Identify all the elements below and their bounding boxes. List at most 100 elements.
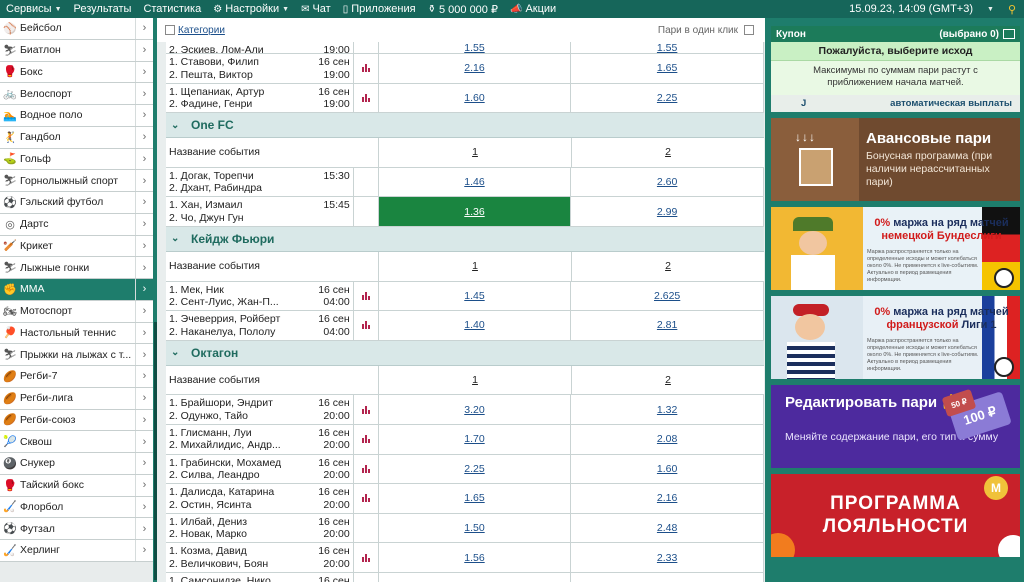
stats-cell[interactable] <box>352 54 378 83</box>
chevron-right-icon[interactable]: › <box>135 148 153 170</box>
odds-1[interactable]: 1.33 <box>377 572 571 582</box>
odds-1[interactable]: 1.45 <box>377 281 571 311</box>
chevron-down-icon[interactable]: ⌄ <box>171 120 191 131</box>
datetime[interactable]: 15.09.23, 14:09 (GMT+3) <box>849 3 973 15</box>
stats-cell[interactable] <box>352 543 378 572</box>
search-icon[interactable]: ⚲ <box>1008 3 1016 16</box>
advance-bets-banner[interactable]: ↓↓↓ Авансовые пари Бонусная программа (п… <box>771 118 1020 201</box>
league-header[interactable]: ⌄ One FC <box>166 113 764 139</box>
odds-2[interactable]: 2.25 <box>570 83 763 113</box>
sidebar-item[interactable]: 🏉 Регби-союз › <box>0 409 153 432</box>
stats-bar-icon[interactable] <box>361 93 370 102</box>
stats-cell[interactable] <box>352 281 378 311</box>
odds-1[interactable]: 1.46 <box>377 167 571 197</box>
column-outcome-1[interactable]: 1 <box>378 251 571 281</box>
chevron-right-icon[interactable]: › <box>135 83 153 104</box>
odds-1[interactable]: 1.36 <box>377 197 571 226</box>
odds-1[interactable]: 1.56 <box>377 543 571 572</box>
edit-bets-banner[interactable]: Редактировать пари 👍 Меняйте содержание … <box>771 385 1020 468</box>
event-participants[interactable]: 1. Грабински, Мохамед 2. Силва, Леандро <box>166 455 308 484</box>
chevron-right-icon[interactable]: › <box>135 235 153 257</box>
chevron-right-icon[interactable]: › <box>135 105 153 126</box>
odds-2[interactable]: 2.33 <box>570 543 763 572</box>
sidebar-item[interactable]: 🎾 Сквош › <box>0 431 153 453</box>
league-header[interactable]: ⌄ Кейдж Фьюри <box>166 226 764 252</box>
categories-checkbox[interactable] <box>165 25 175 35</box>
chevron-right-icon[interactable]: › <box>135 366 153 387</box>
odds-1[interactable]: 2.25 <box>377 454 571 484</box>
chevron-right-icon[interactable]: › <box>135 126 153 148</box>
sidebar-item[interactable]: 🏊 Водное поло › <box>0 105 153 127</box>
chevron-right-icon[interactable]: › <box>135 540 153 561</box>
categories-link[interactable]: Категории <box>178 25 225 36</box>
sidebar-item[interactable]: ◎ Дартс › <box>0 213 153 236</box>
loyalty-program-banner[interactable]: М ПРОГРАММА ЛОЯЛЬНОСТИ <box>771 474 1020 557</box>
odds-2[interactable]: 2.08 <box>570 424 763 454</box>
chevron-right-icon[interactable]: › <box>135 431 153 452</box>
stats-bar-icon[interactable] <box>361 464 370 473</box>
event-participants[interactable]: 1. Илбай, Дениз 2. Новак, Марко <box>166 514 308 543</box>
topnav-item[interactable]: Результаты <box>68 3 138 15</box>
topnav-item[interactable]: Статистика <box>137 3 207 15</box>
stats-cell[interactable] <box>352 484 378 513</box>
sidebar-item[interactable]: ⛷ Лыжные гонки › <box>0 257 153 279</box>
chevron-right-icon[interactable]: › <box>135 257 153 278</box>
chevron-right-icon[interactable]: › <box>135 300 153 322</box>
event-participants[interactable]: 1. Глисманн, Луи 2. Михайлидис, Андр... <box>166 425 308 454</box>
odds-2[interactable]: 2.99 <box>570 197 763 226</box>
event-participants[interactable]: 1. Козма, Давид 2. Величкович, Боян <box>166 543 308 572</box>
sidebar-item[interactable]: ⚽ Футзал › <box>0 518 153 540</box>
sidebar-item[interactable]: ⛳ Гольф › <box>0 148 153 171</box>
column-outcome-2[interactable]: 2 <box>571 365 764 395</box>
coupon-toggle-checkbox[interactable] <box>1003 29 1015 39</box>
one-click-checkbox[interactable] <box>744 25 754 35</box>
topnav-item[interactable]: Сервисы ▼ <box>0 3 68 15</box>
chevron-right-icon[interactable]: › <box>135 322 153 344</box>
topnav-item[interactable]: ✉ Чат <box>295 3 337 15</box>
odds-2[interactable]: 2.16 <box>570 484 763 513</box>
sidebar-item[interactable]: 🏑 Флорбол › <box>0 496 153 519</box>
chevron-right-icon[interactable]: › <box>135 39 153 61</box>
odds-1[interactable]: 1.40 <box>377 311 571 340</box>
chevron-right-icon[interactable]: › <box>135 474 153 496</box>
league-header[interactable]: ⌄ Октагон <box>166 340 764 366</box>
sidebar-item[interactable]: 🤾 Гандбол › <box>0 126 153 149</box>
chevron-right-icon[interactable]: › <box>135 170 153 191</box>
chevron-right-icon[interactable]: › <box>135 279 153 300</box>
odds-1[interactable]: 1.60 <box>377 83 571 113</box>
odds-2[interactable]: 2.60 <box>570 167 763 197</box>
coupon-header[interactable]: Купон (выбрано 0) <box>771 26 1020 42</box>
chevron-right-icon[interactable]: › <box>135 192 153 213</box>
stats-cell[interactable] <box>352 424 378 454</box>
event-participants[interactable]: 1. Брайшори, Эндрит 2. Одунжо, Тайо <box>166 395 308 424</box>
event-participants[interactable]: 1. Щепаниак, Артур 2. Фадине, Генри <box>166 84 308 113</box>
event-participants[interactable]: 1. Эчеверрия, Ройберт 2. Наканелуа, Полол… <box>166 311 308 340</box>
odds-2[interactable]: 1.65 <box>570 54 763 83</box>
sidebar-item[interactable]: 🏉 Регби-7 › <box>0 366 153 388</box>
odds-2[interactable]: 1.32 <box>570 395 763 424</box>
odds-1[interactable]: 1.50 <box>377 513 571 543</box>
chevron-right-icon[interactable]: › <box>135 213 153 235</box>
sidebar-item[interactable]: 🏍 Мотоспорт › <box>0 300 153 323</box>
event-participants[interactable]: 2. Эскиев, Лом-Али <box>166 42 308 53</box>
odds-1[interactable]: 1.70 <box>377 424 571 454</box>
sidebar-item[interactable]: ⛷ Прыжки на лыжах с т... › <box>0 344 153 366</box>
sidebar-item[interactable]: 🏉 Регби-лига › <box>0 387 153 410</box>
topnav-item[interactable]: ▯ Приложения <box>337 3 422 15</box>
chevron-right-icon[interactable]: › <box>135 453 153 474</box>
chevron-right-icon[interactable]: › <box>135 409 153 431</box>
sidebar-item[interactable]: 🥊 Бокс › <box>0 61 153 84</box>
odds-2[interactable]: 3.05 <box>570 572 763 582</box>
stats-bar-icon[interactable] <box>361 64 370 73</box>
auto-payout-promo[interactable]: J автоматическая выплаты <box>771 95 1020 112</box>
chevron-right-icon[interactable]: › <box>135 18 153 39</box>
odds-2[interactable]: 1.60 <box>570 454 763 484</box>
odds-1[interactable]: 2.16 <box>377 54 571 83</box>
stats-bar-icon[interactable] <box>361 435 370 444</box>
event-participants[interactable]: 1. Ставови, Филип 2. Пешта, Виктор <box>166 54 308 83</box>
topnav-item[interactable]: ⚙ Настройки ▼ <box>207 3 295 15</box>
stats-bar-icon[interactable] <box>361 494 370 503</box>
column-outcome-2[interactable]: 2 <box>571 138 764 167</box>
chevron-down-icon[interactable]: ⌄ <box>171 233 191 244</box>
chevron-right-icon[interactable]: › <box>135 518 153 539</box>
